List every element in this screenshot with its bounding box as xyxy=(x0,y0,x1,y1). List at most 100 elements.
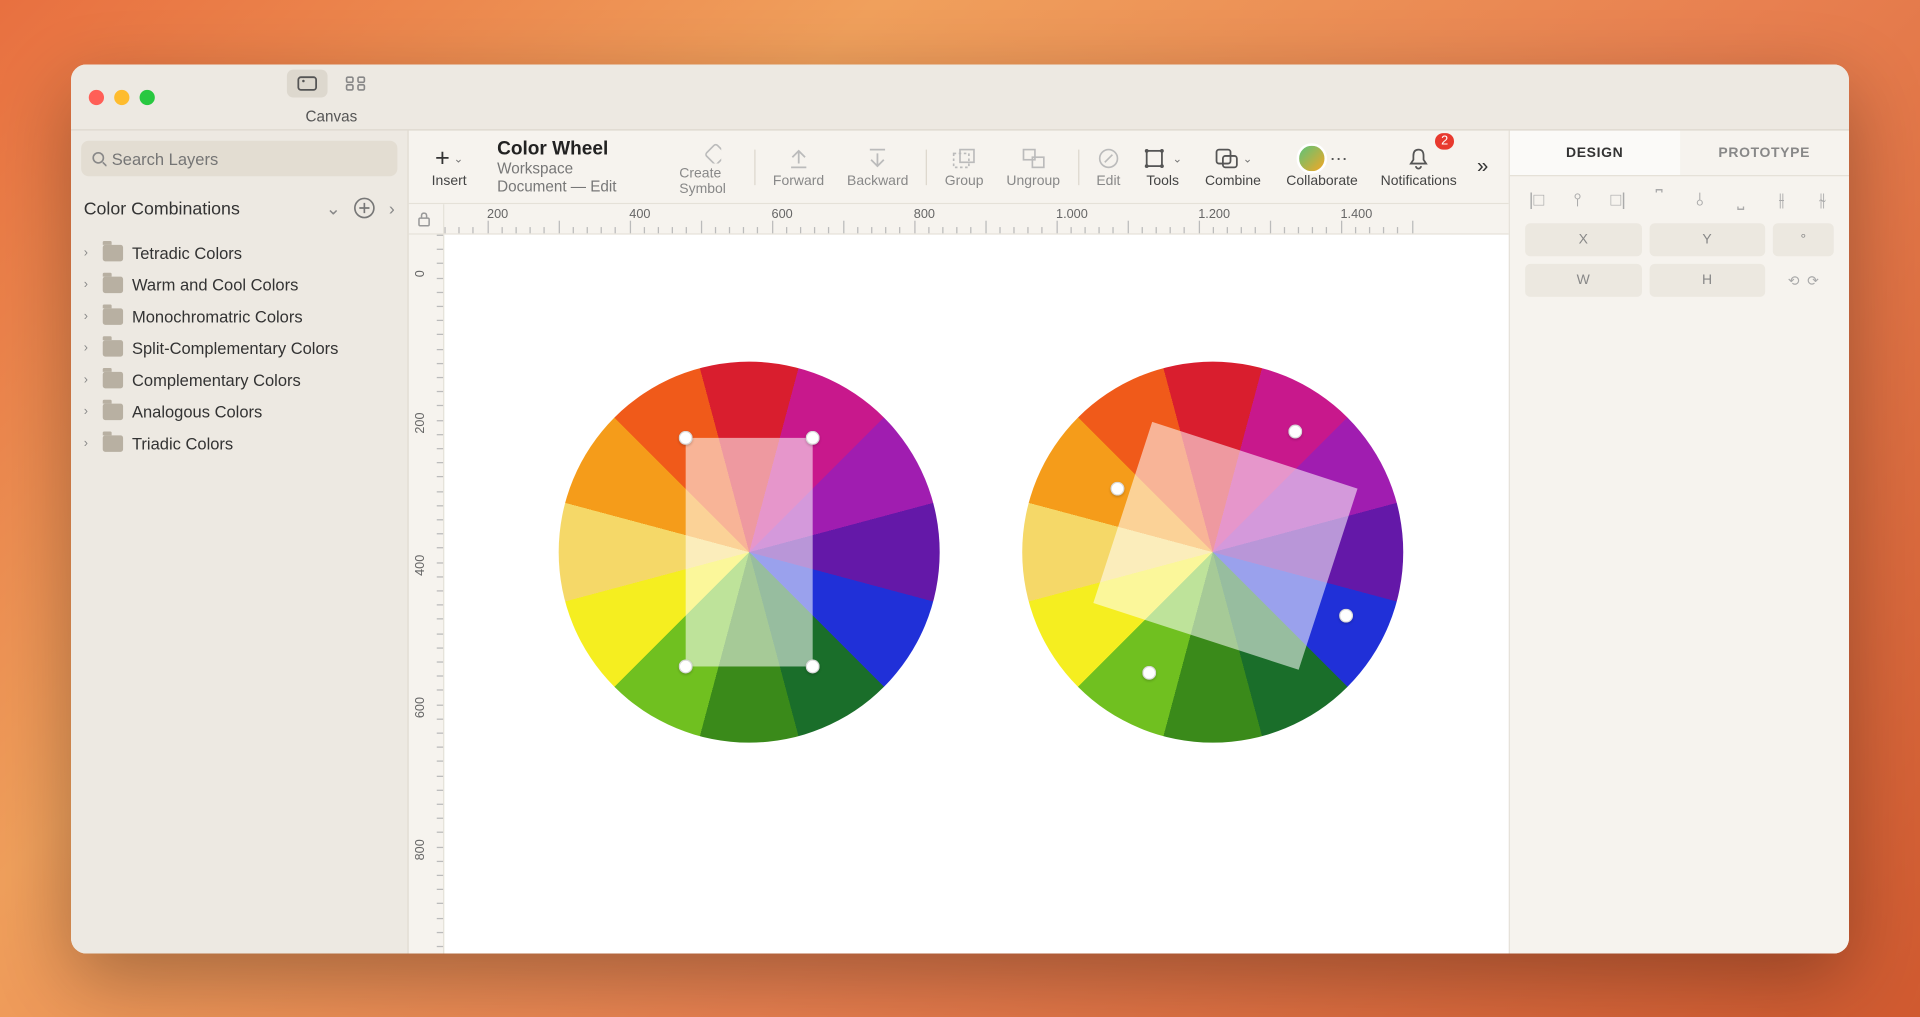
layer-label: Split-Complementary Colors xyxy=(132,338,338,357)
chevron-down-icon: ⌄ xyxy=(1243,151,1253,165)
toolbar-label: Forward xyxy=(773,173,824,188)
maximize-window-icon[interactable] xyxy=(140,89,155,104)
layer-item[interactable]: › Triadic Colors xyxy=(71,427,408,459)
layer-item[interactable]: › Monochromatric Colors xyxy=(71,300,408,332)
h-field[interactable]: H xyxy=(1649,263,1765,296)
disclosure-icon[interactable]: › xyxy=(84,277,94,291)
close-window-icon[interactable] xyxy=(89,89,104,104)
align-right-icon[interactable]: □| xyxy=(1607,188,1630,210)
collaborate-button[interactable]: ⋯ Collaborate xyxy=(1276,130,1368,202)
rect-icon xyxy=(297,75,317,90)
folder-icon xyxy=(103,276,123,293)
app-window: Canvas Color Combinations ⌄ › › Tetradic … xyxy=(71,64,1849,953)
toolbar-label: Backward xyxy=(847,173,908,188)
layer-list: › Tetradic Colors ›Warm and Cool Colors ›… xyxy=(71,229,408,466)
lock-icon[interactable] xyxy=(415,210,433,228)
x-field[interactable]: X xyxy=(1525,223,1641,256)
components-view-button[interactable] xyxy=(335,68,376,96)
toolbar-label: Create Symbol xyxy=(679,166,736,196)
backward-icon xyxy=(866,147,889,170)
disclosure-icon[interactable]: › xyxy=(84,341,94,355)
canvas-view-button[interactable] xyxy=(287,68,328,96)
disclosure-icon[interactable]: › xyxy=(84,373,94,387)
canvas[interactable] xyxy=(444,234,1508,953)
toolbar-label: Combine xyxy=(1205,173,1261,188)
ungroup-button[interactable]: Ungroup xyxy=(996,130,1070,202)
symbol-icon xyxy=(695,138,720,163)
w-field[interactable]: W xyxy=(1525,263,1641,296)
selection-handle[interactable] xyxy=(679,430,693,444)
layer-item[interactable]: ›Complementary Colors xyxy=(71,364,408,396)
align-bottom-icon[interactable]: ⎵ xyxy=(1729,188,1752,210)
layer-item[interactable]: ›Warm and Cool Colors xyxy=(71,268,408,300)
plus-icon: + xyxy=(435,143,450,172)
view-toggle: Canvas xyxy=(287,68,376,124)
create-symbol-button[interactable]: Create Symbol xyxy=(669,130,747,202)
avatar-icon xyxy=(1297,143,1327,173)
search-layers-field[interactable] xyxy=(81,140,397,176)
distribute-h-icon[interactable]: ⫲ xyxy=(1770,188,1793,210)
layer-item[interactable]: ›Analogous Colors xyxy=(71,395,408,427)
folder-icon xyxy=(103,308,123,325)
folder-icon xyxy=(103,403,123,420)
document-title[interactable]: Color Wheel Workspace Document — Edit xyxy=(479,138,638,195)
selection-handle[interactable] xyxy=(806,430,820,444)
edit-button[interactable]: Edit xyxy=(1086,130,1130,202)
layer-item[interactable]: › Tetradic Colors xyxy=(71,237,408,269)
flip-v-icon[interactable]: ⟳ xyxy=(1807,272,1819,289)
align-top-icon[interactable]: ⎴ xyxy=(1648,188,1671,210)
selection-handle[interactable] xyxy=(679,659,693,673)
selection-handle[interactable] xyxy=(1288,424,1302,438)
search-input[interactable] xyxy=(112,148,387,167)
disclosure-icon[interactable]: › xyxy=(84,404,94,418)
chevron-down-icon: ⌄ xyxy=(1173,151,1183,165)
align-center-h-icon[interactable]: ⫯ xyxy=(1566,188,1589,210)
selection-handle[interactable] xyxy=(806,659,820,673)
flip-h-icon[interactable]: ⟲ xyxy=(1788,272,1800,289)
combine-button[interactable]: ⌄ Combine xyxy=(1195,130,1271,202)
minimize-window-icon[interactable] xyxy=(114,89,129,104)
insert-button[interactable]: + ⌄ Insert xyxy=(422,130,477,202)
tab-prototype[interactable]: PROTOTYPE xyxy=(1679,130,1849,174)
tab-design[interactable]: DESIGN xyxy=(1510,130,1680,174)
page-selector[interactable]: Color Combinations ⌄ › xyxy=(71,186,408,229)
titlebar: Canvas xyxy=(71,64,1849,130)
window-controls xyxy=(71,89,173,104)
folder-icon xyxy=(103,371,123,388)
notifications-button[interactable]: 2 Notifications xyxy=(1370,130,1466,202)
align-left-icon[interactable]: |□ xyxy=(1525,188,1548,210)
ruler-corner xyxy=(409,204,445,234)
add-page-icon[interactable] xyxy=(353,196,376,219)
layer-label: Triadic Colors xyxy=(132,434,233,453)
disclosure-icon[interactable]: › xyxy=(84,246,94,260)
overflow-button[interactable]: » xyxy=(1469,130,1496,202)
distribute-v-icon[interactable]: ⫳ xyxy=(1811,188,1834,210)
disclosure-icon[interactable]: › xyxy=(84,309,94,323)
selection-handle[interactable] xyxy=(1110,481,1124,495)
layer-item[interactable]: › Split-Complementary Colors xyxy=(71,332,408,364)
group-button[interactable]: Group xyxy=(935,130,994,202)
y-field[interactable]: Y xyxy=(1649,223,1765,256)
view-toggle-label: Canvas xyxy=(306,107,358,125)
disclosure-icon[interactable]: › xyxy=(84,436,94,450)
forward-button[interactable]: Forward xyxy=(763,130,835,202)
align-center-v-icon[interactable]: ⫰ xyxy=(1688,188,1711,210)
chevron-right-icon[interactable]: › xyxy=(389,197,395,217)
folder-icon xyxy=(103,244,123,261)
folder-icon xyxy=(103,340,123,357)
backward-button[interactable]: Backward xyxy=(837,130,919,202)
selection-handle[interactable] xyxy=(1142,665,1156,679)
selection-overlay-left[interactable] xyxy=(686,437,813,666)
chevron-down-icon: ⌄ xyxy=(454,151,464,165)
selection-handle[interactable] xyxy=(1339,608,1353,622)
layer-label: Tetradic Colors xyxy=(132,243,242,262)
tools-button[interactable]: ⌄ Tools xyxy=(1133,130,1192,202)
ruler-vertical[interactable]: 0200400600800 xyxy=(409,234,445,953)
toolbar-label: Group xyxy=(945,173,984,188)
flip-controls: ⟲ ⟳ xyxy=(1773,263,1834,296)
rotation-field[interactable]: ° xyxy=(1773,223,1834,256)
toolbar-label: Insert xyxy=(432,173,467,188)
folder-icon xyxy=(103,435,123,452)
layer-label: Monochromatric Colors xyxy=(132,307,303,326)
ruler-horizontal[interactable]: 2004006008001.0001.2001.400 xyxy=(444,204,1508,234)
